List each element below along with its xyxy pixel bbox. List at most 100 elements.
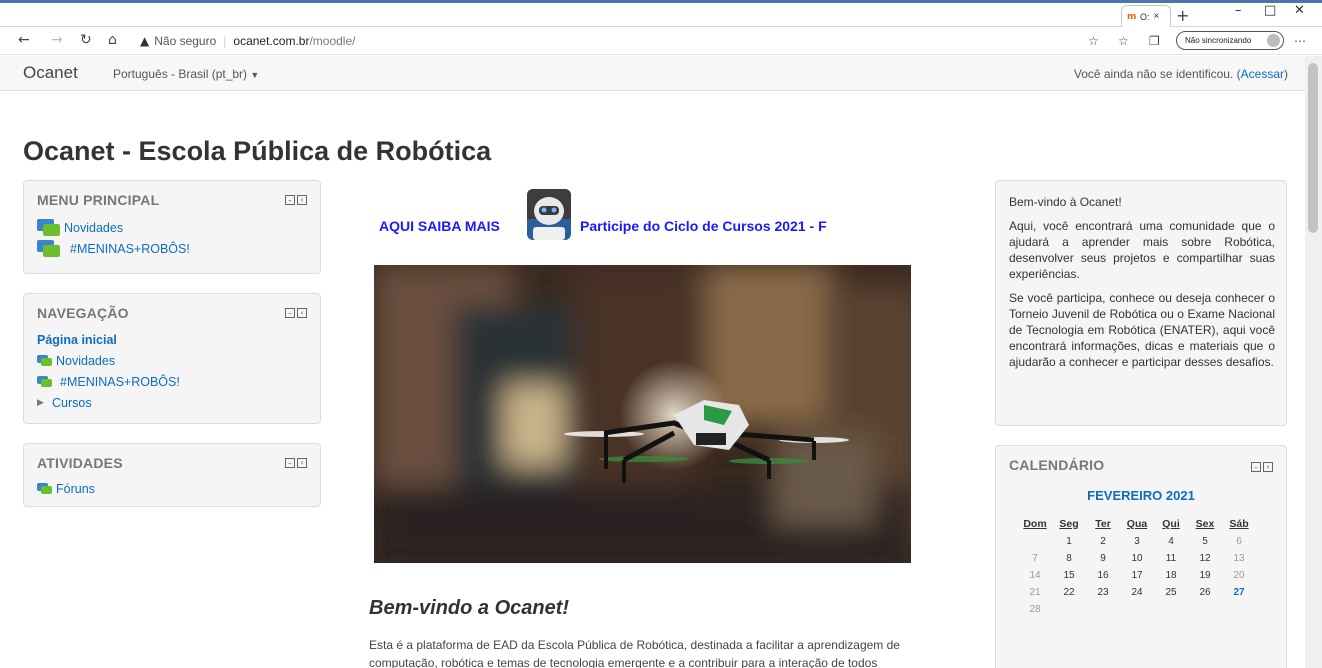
- login-link[interactable]: Acessar: [1241, 67, 1284, 81]
- calendar-day[interactable]: 16: [1086, 567, 1120, 584]
- weekday-header: Qua: [1126, 518, 1148, 530]
- calendar-day: [1154, 601, 1188, 618]
- calendar-day[interactable]: 20: [1222, 567, 1256, 584]
- block-title: MENU PRINCIPAL: [37, 192, 160, 208]
- calendar-day[interactable]: 19: [1188, 567, 1222, 584]
- calendar-day[interactable]: 14: [1018, 567, 1052, 584]
- info-paragraph-2: Se você participa, conhece ou deseja con…: [1009, 291, 1275, 369]
- home-icon[interactable]: ⌂: [108, 32, 117, 48]
- weekday-header: Sáb: [1229, 518, 1249, 530]
- titlebar-accent: [0, 0, 1322, 3]
- calendar-day[interactable]: 28: [1018, 601, 1052, 618]
- dock-icon[interactable]: ‹: [1263, 462, 1273, 472]
- robot-image[interactable]: [527, 189, 571, 240]
- collapse-icon[interactable]: –: [285, 195, 295, 205]
- nav-item-label: Novidades: [56, 353, 116, 368]
- nav-item-home[interactable]: Página inicial: [37, 329, 180, 350]
- banner-saiba-mais[interactable]: AQUI SAIBA MAIS: [379, 218, 500, 234]
- close-window-icon[interactable]: ✕: [1294, 3, 1305, 18]
- close-tab-icon[interactable]: ×: [1154, 11, 1160, 22]
- calendar-day[interactable]: 25: [1154, 584, 1188, 601]
- nav-item-cursos[interactable]: ▶ Cursos: [37, 392, 180, 413]
- collapse-icon[interactable]: –: [285, 308, 295, 318]
- calendar-day[interactable]: 11: [1154, 550, 1188, 567]
- forum-icon: [37, 219, 60, 236]
- collapse-icon[interactable]: –: [1251, 462, 1261, 472]
- calendar-day[interactable]: 23: [1086, 584, 1120, 601]
- calendar-day[interactable]: 1: [1052, 533, 1086, 550]
- new-tab-icon[interactable]: +: [1176, 6, 1189, 25]
- calendar-week: 21 22 23 24 25 26 27: [1018, 584, 1256, 601]
- calendar-month[interactable]: FEVEREIRO 2021: [996, 488, 1286, 503]
- calendar-day[interactable]: 9: [1086, 550, 1120, 567]
- nav-item-meninas-robos[interactable]: #MENINAS+ROBÔS!: [37, 371, 180, 392]
- menu-item-meninas-robos[interactable]: #MENINAS+ROBÔS!: [37, 238, 190, 259]
- maximize-icon[interactable]: □: [1264, 3, 1276, 18]
- nav-item-novidades[interactable]: Novidades: [37, 350, 180, 371]
- calendar-day[interactable]: 24: [1120, 584, 1154, 601]
- calendar-day[interactable]: 22: [1052, 584, 1086, 601]
- menu-item-novidades[interactable]: Novidades: [37, 217, 190, 238]
- calendar-day[interactable]: 3: [1120, 533, 1154, 550]
- calendar-day[interactable]: 13: [1222, 550, 1256, 567]
- block-list: Novidades #MENINAS+ROBÔS!: [37, 217, 190, 259]
- calendar-day[interactable]: 15: [1052, 567, 1086, 584]
- reload-icon[interactable]: ↻: [80, 32, 92, 48]
- caret-down-icon: ▼: [250, 70, 260, 80]
- block-welcome-info: Bem-vindo à Ocanet! Aqui, você encontrar…: [995, 180, 1287, 426]
- scrollbar-thumb[interactable]: [1308, 63, 1318, 233]
- calendar-day[interactable]: 5: [1188, 533, 1222, 550]
- calendar-day: [1018, 533, 1052, 550]
- calendar-day[interactable]: 4: [1154, 533, 1188, 550]
- calendar-week: 14 15 16 17 18 19 20: [1018, 567, 1256, 584]
- calendar-day[interactable]: 8: [1052, 550, 1086, 567]
- block-calendario: CALENDÁRIO – ‹ FEVEREIRO 2021 Dom Seg Ter Q…: [995, 445, 1287, 668]
- read-aloud-icon[interactable]: ☆: [1088, 34, 1099, 48]
- browser-tabstrip: m O: × + – □ ✕: [0, 0, 1322, 27]
- calendar-day[interactable]: 6: [1222, 533, 1256, 550]
- menu-item-label: Novidades: [64, 220, 124, 235]
- dock-icon[interactable]: ‹: [297, 458, 307, 468]
- calendar-day: [1188, 601, 1222, 618]
- calendar-grid: Dom Seg Ter Qua Qui Sex Sáb 1 2 3 4 5 6 7 8 9 10 11 12 13 1…: [1018, 515, 1256, 618]
- collections-icon[interactable]: ❐: [1149, 34, 1160, 48]
- calendar-day[interactable]: 26: [1188, 584, 1222, 601]
- welcome-heading: Bem-vindo a Ocanet!: [369, 597, 570, 619]
- site-brand[interactable]: Ocanet: [23, 63, 78, 83]
- warning-icon: ▲: [140, 34, 150, 48]
- url-field[interactable]: ▲ Não seguro | ocanet.com.br /moodle/: [140, 30, 1080, 52]
- login-text-close: ): [1284, 67, 1288, 81]
- calendar-day: [1086, 601, 1120, 618]
- block-controls: – ‹: [1251, 462, 1273, 472]
- calendar-day[interactable]: 17: [1120, 567, 1154, 584]
- favorites-icon[interactable]: ☆: [1118, 34, 1129, 48]
- calendar-day[interactable]: 27: [1222, 584, 1256, 601]
- weekday-header: Ter: [1095, 518, 1111, 530]
- dock-icon[interactable]: ‹: [297, 195, 307, 205]
- banner-ciclo-cursos[interactable]: Participe do Ciclo de Cursos 2021 - F: [580, 218, 860, 234]
- minimize-icon[interactable]: –: [1235, 3, 1242, 18]
- calendar-day[interactable]: 21: [1018, 584, 1052, 601]
- calendar-day[interactable]: 18: [1154, 567, 1188, 584]
- more-options-icon[interactable]: ⋯: [1294, 34, 1306, 48]
- calendar-day[interactable]: 10: [1120, 550, 1154, 567]
- security-label[interactable]: Não seguro: [154, 34, 216, 48]
- activity-item-foruns[interactable]: Fóruns: [37, 478, 95, 499]
- site-navbar: Ocanet Português - Brasil (pt_br) ▼ Você…: [0, 56, 1305, 91]
- url-path: /moodle/: [309, 34, 356, 48]
- dock-icon[interactable]: ‹: [297, 308, 307, 318]
- browser-tab[interactable]: m O: ×: [1121, 5, 1171, 27]
- sync-button[interactable]: Não sincronizando: [1176, 31, 1284, 50]
- language-menu[interactable]: Português - Brasil (pt_br) ▼: [113, 67, 259, 81]
- page-title: Ocanet - Escola Pública de Robótica: [23, 136, 492, 166]
- calendar-day[interactable]: 7: [1018, 550, 1052, 567]
- block-controls: – ‹: [285, 308, 307, 318]
- back-icon[interactable]: ←: [18, 32, 30, 48]
- caret-right-icon: ▶: [37, 397, 44, 408]
- forum-icon: [37, 354, 52, 367]
- collapse-icon[interactable]: –: [285, 458, 295, 468]
- calendar-day[interactable]: 12: [1188, 550, 1222, 567]
- weekday-header: Qui: [1162, 518, 1180, 530]
- forward-icon[interactable]: →: [51, 32, 63, 48]
- calendar-day[interactable]: 2: [1086, 533, 1120, 550]
